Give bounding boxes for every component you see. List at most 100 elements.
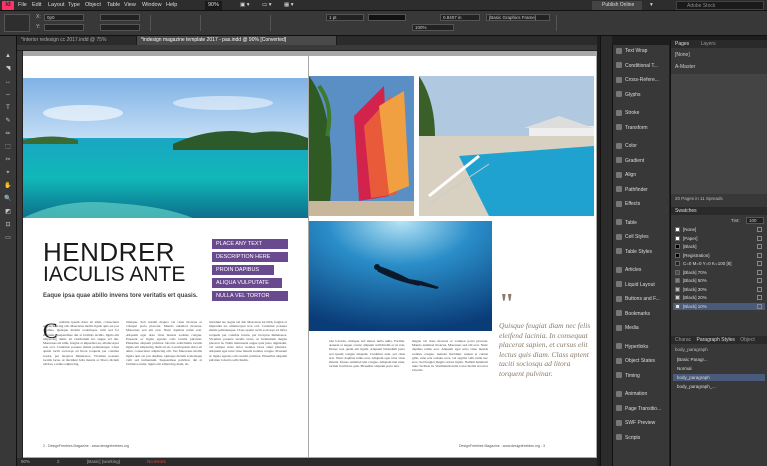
publish-online-button[interactable]: Publish Online: [592, 1, 642, 10]
tool-10-icon[interactable]: ✋: [3, 182, 13, 190]
scale-controls[interactable]: [150, 15, 190, 31]
menu-type[interactable]: Type: [68, 1, 80, 10]
panel-crossref[interactable]: Cross-Refere...: [616, 76, 659, 85]
tool-11-icon[interactable]: 🔍: [3, 195, 13, 203]
paragraph-style-item[interactable]: body_paragraph_...: [673, 383, 765, 390]
arrange-documents-icon[interactable]: ▦ ▾: [284, 1, 294, 10]
panel-liquid[interactable]: Liquid Layout: [616, 281, 655, 290]
panel-conditional[interactable]: Conditional T...: [616, 62, 658, 71]
stroke-weight-field[interactable]: 1 pt: [326, 14, 364, 21]
height-field[interactable]: [100, 24, 140, 31]
dimension-field[interactable]: 0.8407 in: [440, 14, 480, 21]
paragraph-style-item[interactable]: [Basic Paragr...: [673, 356, 765, 363]
swatch-row[interactable]: [Paper]: [673, 235, 765, 242]
panel-pathfinder[interactable]: Pathfinder: [616, 186, 648, 195]
beach-photo[interactable]: [23, 78, 308, 218]
reference-point-icon[interactable]: [4, 14, 30, 32]
menu-layout[interactable]: Layout: [48, 1, 65, 10]
panel-bookmarks[interactable]: Bookmarks: [616, 310, 650, 319]
panel-stroke[interactable]: Stroke: [616, 109, 639, 118]
tool-7-icon[interactable]: ⬚: [3, 143, 13, 151]
tool-6-icon[interactable]: ✏: [3, 130, 13, 138]
panel-swf[interactable]: SWF Preview: [616, 419, 655, 428]
view-options-icon[interactable]: ▣ ▾: [240, 1, 250, 10]
tab-interior-redesign[interactable]: *interior redesign cc 2017.indd @ 75%: [17, 36, 137, 45]
stock-search-input[interactable]: Adobe Stock: [676, 1, 764, 10]
tool-3-icon[interactable]: ⇔: [3, 91, 13, 99]
tool-9-icon[interactable]: ⌖: [3, 169, 13, 177]
panel-transform[interactable]: Transform: [616, 124, 648, 133]
panel-objectstates[interactable]: Object States: [616, 357, 655, 366]
menu-view[interactable]: View: [124, 1, 136, 10]
page-right[interactable]: nisi lobortis, tristique sed massa nulla…: [309, 56, 596, 457]
swatch-row[interactable]: [Registration]: [673, 252, 765, 259]
swatch-row[interactable]: [Black] 70%: [673, 269, 765, 276]
menu-object[interactable]: Object: [85, 1, 101, 10]
panel-animation[interactable]: Animation: [616, 390, 647, 399]
panel-articles[interactable]: Articles: [616, 266, 641, 275]
tab-paragraph-styles[interactable]: Paragraph Styles: [697, 337, 735, 343]
pasteboard[interactable]: HENDRER IACULIS ANTE Eaque ipsa quae abi…: [23, 51, 597, 458]
tool-0-icon[interactable]: ▲: [3, 52, 13, 60]
flip-controls[interactable]: [270, 15, 310, 31]
panel-timing[interactable]: Timing: [616, 372, 640, 381]
tool-13-icon[interactable]: ⊡: [3, 221, 13, 229]
panel-pagetransition[interactable]: Page Transitio...: [616, 405, 661, 414]
diver-photo[interactable]: [309, 221, 492, 331]
panel-table[interactable]: Table: [616, 219, 637, 228]
panel-color[interactable]: Color: [616, 142, 637, 151]
menu-help[interactable]: Help: [166, 1, 177, 10]
swatch-row[interactable]: [Black] 30%: [673, 286, 765, 293]
swatch-row[interactable]: C=0 M=0 Y=0 K=100 [8]: [673, 260, 765, 267]
panel-wrap[interactable]: Text Wrap: [616, 47, 647, 56]
swatch-row[interactable]: [Black] 10%: [673, 302, 765, 310]
status-style[interactable]: [Basic] (working): [87, 458, 120, 466]
pool-photo[interactable]: [419, 76, 594, 216]
paragraph-style-item[interactable]: Normal: [673, 365, 765, 372]
swatch-row[interactable]: [Black]: [673, 243, 765, 250]
menu-edit[interactable]: Edit: [32, 1, 41, 10]
tool-2-icon[interactable]: ↔: [3, 78, 13, 86]
swatch-row[interactable]: [Black] 50%: [673, 277, 765, 284]
panel-media[interactable]: Media: [616, 324, 639, 333]
width-field[interactable]: [100, 14, 140, 21]
tool-14-icon[interactable]: ▭: [3, 234, 13, 242]
paragraph-style-item[interactable]: body_paragraph: [673, 374, 765, 381]
tool-5-icon[interactable]: ✎: [3, 117, 13, 125]
tool-12-icon[interactable]: ◩: [3, 208, 13, 216]
tool-1-icon[interactable]: ◥: [3, 65, 13, 73]
page-thumbnails[interactable]: [671, 74, 767, 194]
menu-table[interactable]: Table: [107, 1, 120, 10]
fitting-controls[interactable]: [556, 15, 596, 31]
tab-object-styles[interactable]: Object: [740, 337, 754, 343]
tab-pages[interactable]: Pages: [675, 41, 689, 47]
panel-gradient[interactable]: Gradient: [616, 157, 644, 166]
panel-tablestyles[interactable]: Table Styles: [616, 248, 652, 257]
object-style-select[interactable]: [Basic Graphics Frame]: [486, 14, 550, 21]
tool-8-icon[interactable]: ✂: [3, 156, 13, 164]
page-left[interactable]: HENDRER IACULIS ANTE Eaque ipsa quae abi…: [23, 56, 308, 457]
x-field[interactable]: 0p0: [44, 14, 84, 21]
swatch-row[interactable]: [Black] 20%: [673, 294, 765, 301]
tint-field[interactable]: 100: [746, 217, 764, 224]
panel-hyperlinks[interactable]: Hyperlinks: [616, 343, 648, 352]
screen-mode-icon[interactable]: ▭ ▾: [262, 1, 272, 10]
panel-align[interactable]: Align: [616, 171, 636, 180]
workspace-switcher[interactable]: ▾: [650, 1, 653, 10]
tab-magazine-template[interactable]: *indesign magazine template 2017 - pas.i…: [137, 36, 337, 45]
tab-layers[interactable]: Layers: [701, 41, 716, 47]
status-page[interactable]: 2: [57, 458, 60, 466]
menu-file[interactable]: File: [18, 1, 27, 10]
panel-cellstyles[interactable]: Cell Styles: [616, 233, 649, 242]
swatch-row[interactable]: [None]: [673, 226, 765, 233]
master-none[interactable]: [None]: [675, 52, 690, 58]
master-a[interactable]: A-Master: [675, 64, 695, 70]
sails-photo[interactable]: [309, 76, 414, 216]
tool-4-icon[interactable]: T: [3, 104, 13, 112]
menu-window[interactable]: Window: [142, 1, 162, 10]
zoom-select[interactable]: 90%: [205, 1, 223, 10]
y-field[interactable]: [44, 24, 84, 31]
rotate-shear-controls[interactable]: [200, 15, 260, 31]
panel-glyph[interactable]: Glyphs: [616, 91, 641, 100]
panel-collapse-strip[interactable]: [600, 36, 612, 466]
